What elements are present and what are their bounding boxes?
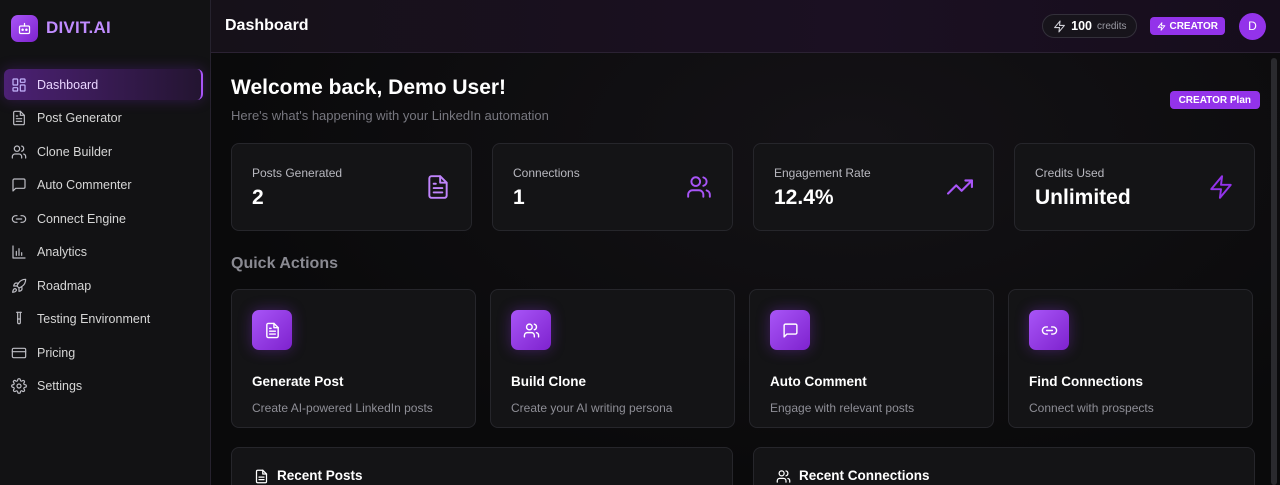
stat-label: Credits Used: [1035, 166, 1105, 180]
stat-value: 12.4%: [774, 186, 834, 209]
document-icon: [13, 110, 25, 126]
action-card-auto-comment[interactable]: Auto Comment Engage with relevant posts: [749, 289, 994, 428]
stat-value: Unlimited: [1035, 186, 1131, 209]
sidebar-item-post-generator[interactable]: Post Generator: [4, 103, 203, 134]
stat-card-engagement-rate: Engagement Rate 12.4%: [753, 143, 994, 231]
stat-label: Posts Generated: [252, 166, 343, 180]
lightning-icon: [1210, 175, 1232, 199]
sidebar-item-label: Dashboard: [37, 77, 99, 92]
action-description: Create AI-powered LinkedIn posts: [252, 401, 433, 415]
stat-label: Connections: [513, 166, 580, 180]
stat-value: 1: [513, 186, 525, 209]
sidebar-item-label: Auto Commenter: [37, 178, 132, 192]
sidebar-item-dashboard[interactable]: Dashboard: [4, 69, 203, 100]
sidebar-item-label: Settings: [37, 379, 83, 393]
robot-icon: [11, 14, 38, 42]
credit-card-icon: [11, 347, 27, 358]
dashboard-icon: [12, 77, 26, 92]
document-icon: [252, 310, 292, 350]
stats-row: Posts Generated 2 Connections 1 Engageme…: [231, 143, 1260, 231]
main-area: Dashboard 100 credits CREATOR D Welcome …: [211, 0, 1280, 485]
users-icon: [687, 176, 711, 198]
action-description: Engage with relevant posts: [770, 401, 915, 415]
users-icon: [11, 144, 27, 159]
bar-chart-icon: [12, 245, 26, 259]
sidebar-item-label: Post Generator: [37, 111, 122, 125]
recent-panels-row: Recent Posts Recent Connections: [231, 447, 1260, 485]
sidebar-item-roadmap[interactable]: Roadmap: [4, 270, 203, 301]
gear-icon: [11, 378, 27, 394]
action-title: Build Clone: [511, 374, 586, 389]
test-tube-icon: [16, 311, 22, 325]
page-scrollbar[interactable]: [1271, 58, 1277, 485]
action-title: Auto Comment: [770, 374, 867, 389]
recent-posts-title: Recent Posts: [277, 468, 363, 483]
credits-indicator[interactable]: 100 credits: [1042, 14, 1138, 38]
app-root: DIVIT.AI Dashboard Post Generator Clone …: [0, 0, 1280, 485]
action-description: Connect with prospects: [1029, 401, 1154, 415]
recent-connections-title: Recent Connections: [799, 468, 930, 483]
stat-card-connections: Connections 1: [492, 143, 733, 231]
users-icon: [776, 470, 791, 483]
action-description: Create your AI writing persona: [511, 401, 673, 415]
sidebar-item-label: Pricing: [37, 345, 76, 360]
avatar[interactable]: D: [1239, 12, 1266, 40]
sidebar-item-clone-builder[interactable]: Clone Builder: [4, 136, 203, 167]
brand-name: DIVIT.AI: [46, 18, 111, 37]
sidebar-item-label: Analytics: [37, 245, 88, 259]
lightning-icon: [1054, 20, 1066, 32]
welcome-title: Welcome back, Demo User!: [231, 76, 507, 99]
trending-up-icon: [947, 179, 973, 195]
action-card-find-connections[interactable]: Find Connections Connect with prospects: [1008, 289, 1253, 428]
action-title: Find Connections: [1029, 374, 1143, 389]
tier-badge-label: CREATOR: [1169, 20, 1218, 32]
action-card-generate-post[interactable]: Generate Post Create AI-powered LinkedIn…: [231, 289, 476, 428]
stat-card-posts-generated: Posts Generated 2: [231, 143, 472, 231]
action-title: Generate Post: [252, 374, 344, 389]
sidebar-item-settings[interactable]: Settings: [4, 371, 203, 402]
credits-label: credits: [1097, 20, 1127, 32]
quick-actions-row: Generate Post Create AI-powered LinkedIn…: [231, 289, 1260, 428]
comment-icon: [12, 178, 26, 192]
stat-value: 2: [252, 186, 264, 209]
sidebar-nav: Dashboard Post Generator Clone Builder A…: [0, 69, 210, 402]
plan-badge: CREATOR Plan: [1169, 91, 1260, 109]
quick-actions-title: Quick Actions: [231, 255, 338, 272]
recent-connections-panel: Recent Connections: [753, 447, 1255, 485]
credits-value: 100: [1071, 19, 1093, 33]
sidebar-item-analytics[interactable]: Analytics: [4, 237, 203, 268]
link-icon: [1029, 310, 1069, 350]
brand[interactable]: DIVIT.AI: [0, 0, 210, 56]
welcome-block: Welcome back, Demo User! Here's what's h…: [231, 76, 549, 123]
sidebar-item-label: Roadmap: [37, 278, 92, 293]
comment-icon: [770, 310, 810, 350]
document-icon: [255, 469, 268, 484]
sidebar-item-label: Clone Builder: [37, 144, 113, 159]
sidebar-item-label: Testing Environment: [37, 312, 151, 326]
sidebar-item-connect-engine[interactable]: Connect Engine: [4, 203, 203, 234]
recent-posts-panel: Recent Posts: [231, 447, 733, 485]
page-title: Dashboard: [225, 17, 309, 34]
sidebar-item-testing-environment[interactable]: Testing Environment: [4, 304, 203, 335]
sidebar-item-pricing[interactable]: Pricing: [4, 337, 203, 368]
document-icon: [428, 175, 448, 199]
action-card-build-clone[interactable]: Build Clone Create your AI writing perso…: [490, 289, 735, 428]
sidebar-item-label: Connect Engine: [37, 211, 126, 226]
topbar: Dashboard 100 credits CREATOR D: [211, 0, 1280, 53]
lightning-icon: [1158, 21, 1166, 31]
stat-card-credits-used: Credits Used Unlimited: [1014, 143, 1255, 231]
stat-label: Engagement Rate: [774, 166, 871, 180]
dashboard-content: Welcome back, Demo User! Here's what's h…: [211, 53, 1280, 485]
sidebar-item-auto-commenter[interactable]: Auto Commenter: [4, 170, 203, 201]
welcome-subtitle: Here's what's happening with your Linked…: [231, 108, 549, 123]
sidebar: DIVIT.AI Dashboard Post Generator Clone …: [0, 0, 211, 485]
link-icon: [11, 214, 27, 223]
users-icon: [511, 310, 551, 350]
rocket-icon: [12, 278, 27, 293]
welcome-row: Welcome back, Demo User! Here's what's h…: [231, 76, 1260, 123]
tier-badge[interactable]: CREATOR: [1150, 17, 1225, 35]
